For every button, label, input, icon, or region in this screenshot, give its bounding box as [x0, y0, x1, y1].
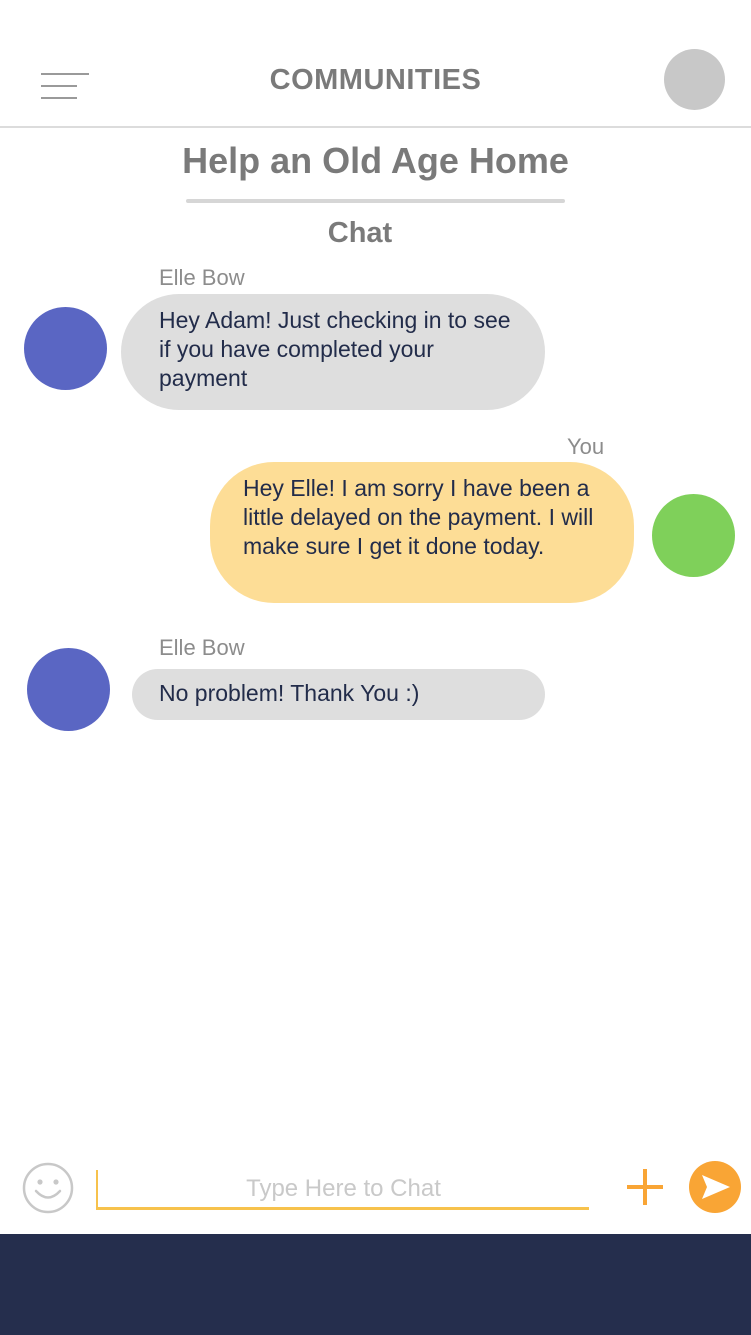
message-text: Hey Adam! Just checking in to see if you…: [159, 307, 511, 391]
app-header: COMMUNITIES: [0, 0, 751, 128]
sender-avatar[interactable]: [27, 648, 110, 731]
chat-input-bar: [0, 1150, 751, 1234]
bottom-navigation-bar: [0, 1234, 751, 1335]
incoming-message-bubble: No problem! Thank You :): [132, 669, 545, 720]
message-text: No problem! Thank You :): [159, 680, 420, 706]
send-icon: [702, 1175, 730, 1199]
message-text: Hey Elle! I am sorry I have been a littl…: [243, 475, 594, 559]
section-title: Chat: [327, 217, 393, 249]
profile-avatar[interactable]: [664, 49, 725, 110]
title-divider: [186, 199, 565, 203]
self-avatar[interactable]: [652, 494, 735, 577]
incoming-message-bubble: Hey Adam! Just checking in to see if you…: [121, 294, 545, 410]
page-title: COMMUNITIES: [269, 64, 482, 96]
community-title: Help an Old Age Home: [182, 140, 569, 181]
sender-avatar[interactable]: [24, 307, 107, 390]
chat-input[interactable]: [96, 1170, 589, 1210]
send-button[interactable]: [689, 1161, 741, 1213]
message-sender: Elle Bow: [159, 635, 245, 660]
outgoing-message-bubble: Hey Elle! I am sorry I have been a littl…: [210, 462, 634, 603]
message-sender: You: [567, 434, 605, 459]
plus-icon[interactable]: [626, 1168, 664, 1206]
smiley-icon[interactable]: [22, 1162, 74, 1214]
message-sender: Elle Bow: [159, 265, 245, 290]
